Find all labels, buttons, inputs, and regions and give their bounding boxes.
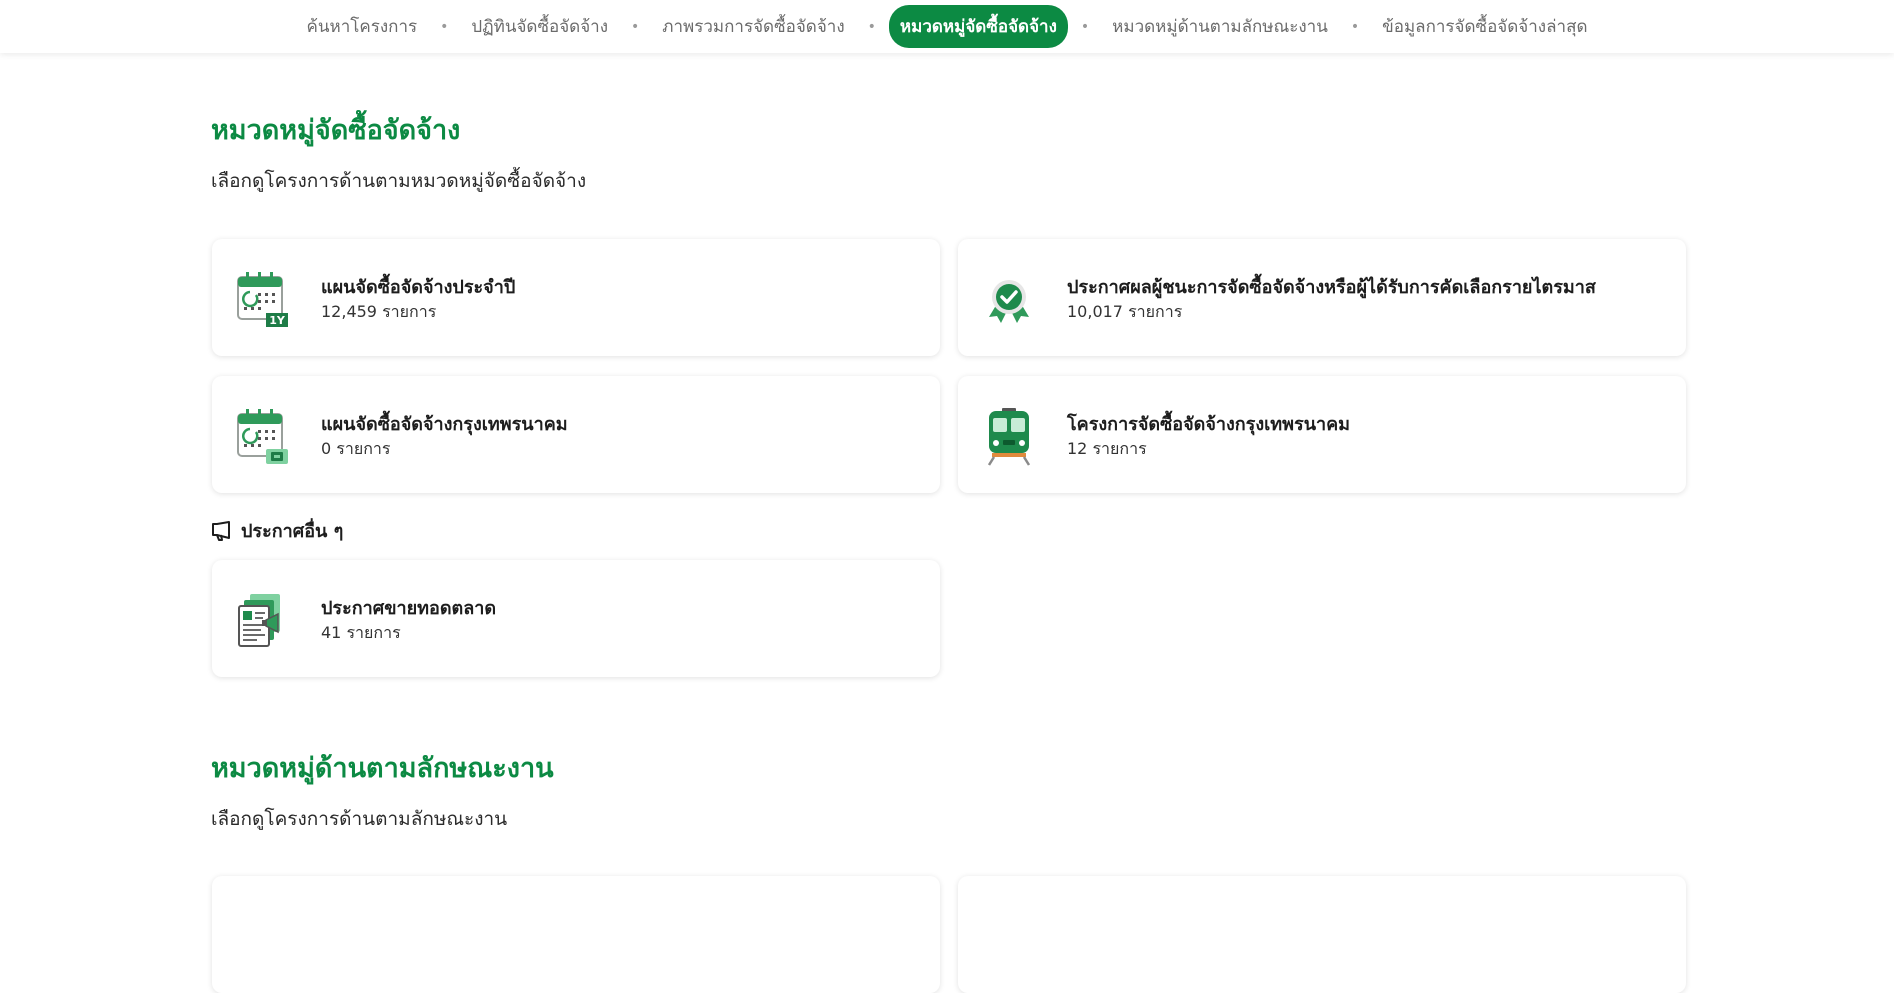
- auction-document-icon: [238, 594, 280, 647]
- nav-separator: •: [1350, 18, 1360, 35]
- nav-item-latest-data[interactable]: ข้อมูลการจัดซื้อจัดจ้างล่าสุด: [1372, 5, 1597, 48]
- nav-separator: •: [1080, 18, 1090, 35]
- card-count: 0 รายการ: [321, 439, 391, 458]
- megaphone-icon: [212, 520, 230, 541]
- nav-separator: •: [631, 18, 640, 35]
- card-title: แผนจัดซื้อจัดจ้างกรุงเทพรนาคม: [321, 414, 568, 435]
- card-annual-procurement-plan[interactable]: 1Y แผนจัดซื้อจัดจ้างประจำปี 12,459 รายกา…: [212, 239, 940, 356]
- card-title: ประกาศผลผู้ชนะการจัดซื้อจัดจ้างหรือผู้ได…: [1067, 277, 1596, 298]
- calendar-1y-icon: 1Y: [237, 272, 288, 327]
- top-navigation: ค้นหาโครงการ • ปฏิทินจัดซื้อจัดจ้าง • ภา…: [0, 0, 1894, 53]
- card-title: แผนจัดซื้อจัดจ้างประจำปี: [321, 277, 516, 298]
- procurement-section-description: เลือกดูโครงการด้านตามหมวดหมู่จัดซื้อจัดจ…: [211, 170, 587, 192]
- other-announcements-heading: ประกาศอื่น ๆ: [211, 516, 343, 545]
- calendar-bkt-icon: [237, 409, 288, 464]
- nav-item-procurement-category[interactable]: หมวดหมู่จัดซื้อจัดจ้าง: [888, 5, 1068, 48]
- work-type-section-description: เลือกดูโครงการด้านตามลักษณะงาน: [211, 808, 508, 830]
- other-announcements-label: ประกาศอื่น ๆ: [241, 521, 344, 542]
- card-auction-announcement[interactable]: ประกาศขายทอดตลาด 41 รายการ: [212, 560, 940, 677]
- nav-item-overview[interactable]: ภาพรวมการจัดซื้อจัดจ้าง: [652, 5, 854, 48]
- nav-item-work-type-category[interactable]: หมวดหมู่ด้านตามลักษณะงาน: [1102, 5, 1338, 48]
- card-quarterly-winner-announcement[interactable]: ประกาศผลผู้ชนะการจัดซื้อจัดจ้างหรือผู้ได…: [958, 239, 1686, 356]
- nav-item-calendar[interactable]: ปฏิทินจัดซื้อจัดจ้าง: [461, 5, 618, 48]
- card-bkt-procurement-plan[interactable]: แผนจัดซื้อจัดจ้างกรุงเทพรนาคม 0 รายการ: [212, 376, 940, 493]
- procurement-section-title: หมวดหมู่จัดซื้อจัดจ้าง: [211, 115, 461, 146]
- card-bkt-procurement-projects[interactable]: โครงการจัดซื้อจัดจ้างกรุงเทพรนาคม 12 ราย…: [958, 376, 1686, 493]
- card-count: 10,017 รายการ: [1067, 302, 1183, 321]
- work-type-section-title: หมวดหมู่ด้านตามลักษณะงาน: [211, 753, 554, 784]
- card-work-type-partial[interactable]: [212, 876, 940, 993]
- svg-text:1Y: 1Y: [269, 314, 286, 327]
- award-check-icon: [989, 280, 1029, 323]
- card-count: 12 รายการ: [1067, 439, 1147, 458]
- card-count: 12,459 รายการ: [321, 302, 437, 321]
- card-title: ประกาศขายทอดตลาด: [321, 598, 497, 619]
- nav-separator: •: [867, 18, 876, 35]
- train-icon: [987, 408, 1031, 466]
- card-work-type-partial[interactable]: [958, 876, 1686, 993]
- card-title: โครงการจัดซื้อจัดจ้างกรุงเทพรนาคม: [1067, 414, 1351, 435]
- nav-separator: •: [440, 18, 449, 35]
- card-count: 41 รายการ: [321, 623, 401, 642]
- nav-item-search-projects[interactable]: ค้นหาโครงการ: [297, 5, 428, 48]
